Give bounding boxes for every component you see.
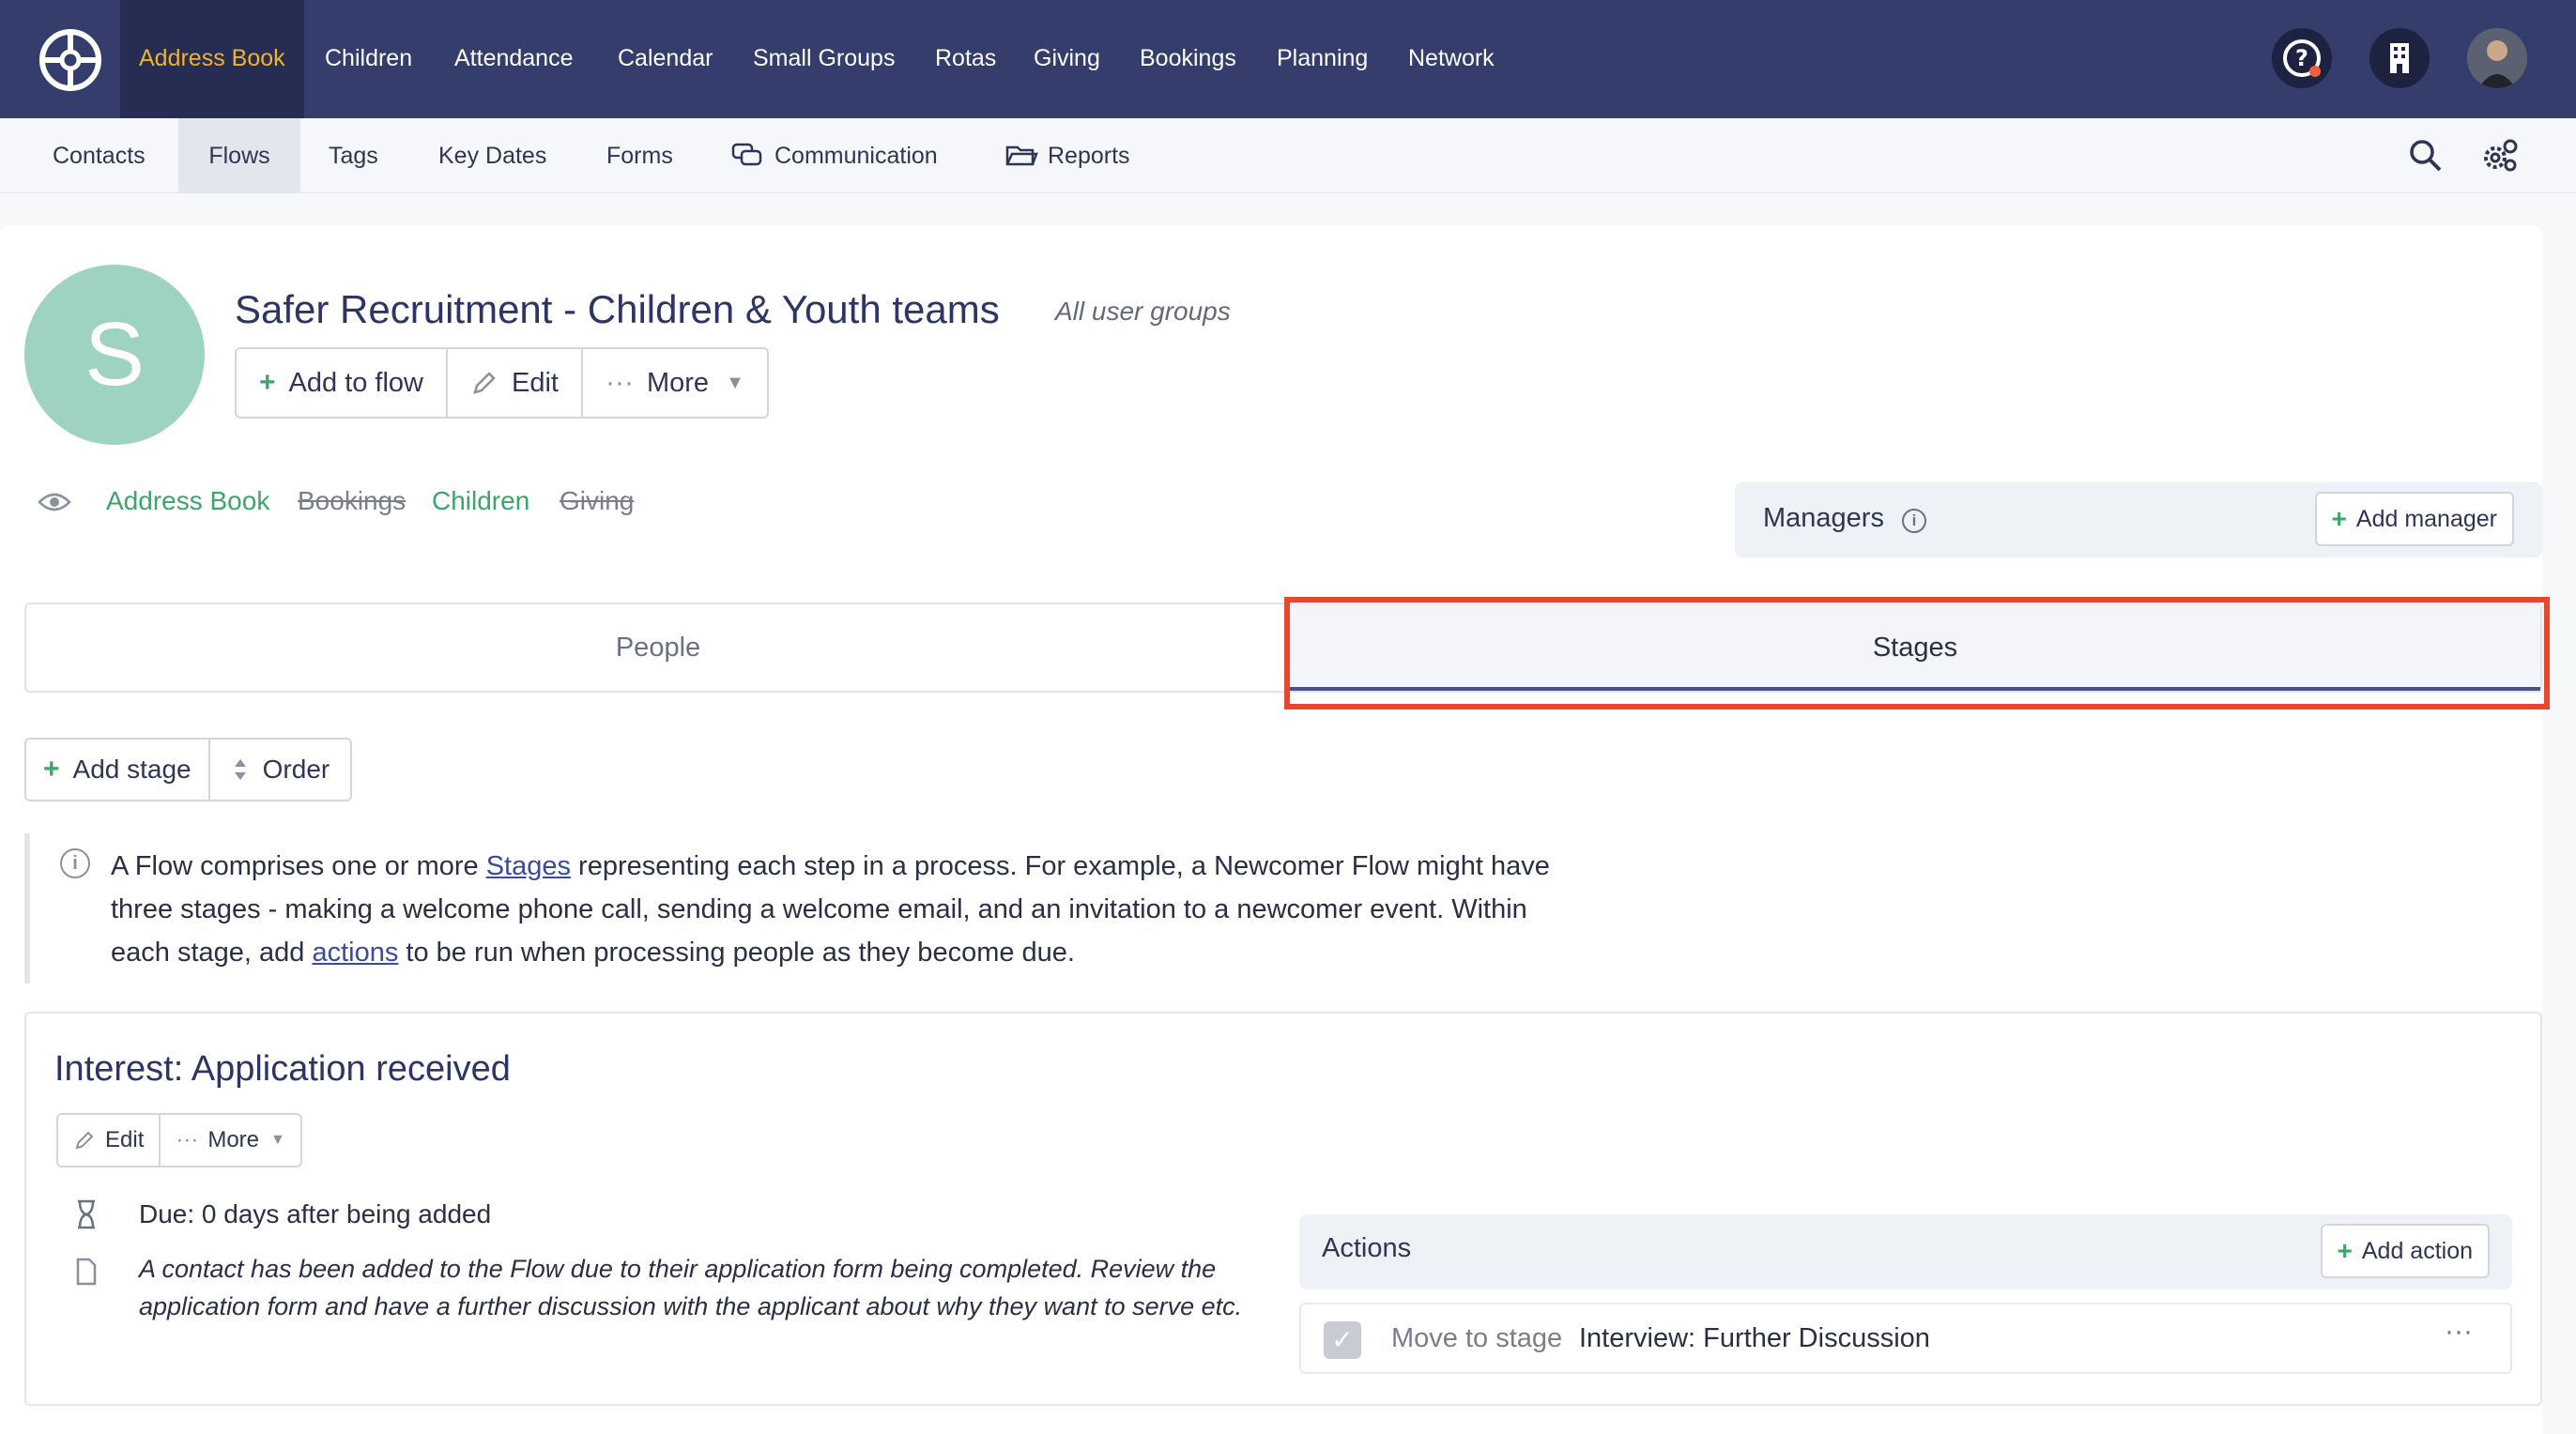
action-kind: Move to stage	[1391, 1323, 1563, 1353]
subnav-contacts[interactable]: Contacts	[53, 118, 146, 193]
ellipsis-icon: ···	[176, 1127, 199, 1152]
pencil-icon	[75, 1131, 94, 1150]
caret-down-icon: ▼	[270, 1132, 285, 1148]
eye-icon	[38, 493, 71, 511]
checkmark-icon[interactable]: ✓	[1324, 1321, 1361, 1359]
hourglass-icon	[78, 1199, 95, 1229]
subnav-tags[interactable]: Tags	[329, 118, 378, 193]
plus-icon: +	[2337, 1236, 2353, 1265]
due-row: Due: 0 days after being added	[75, 1199, 491, 1236]
top-navigation: Address Book Children Attendance Calenda…	[0, 0, 2576, 118]
add-stage-button[interactable]: + Add stage	[26, 740, 210, 800]
sub-navigation: Contacts Flows Tags Key Dates Forms Comm…	[0, 118, 2576, 193]
pencil-icon	[473, 372, 496, 394]
building-icon[interactable]	[2369, 28, 2430, 88]
more-flow-label: More	[646, 367, 710, 398]
more-flow-button[interactable]: ··· More ▼	[583, 349, 767, 417]
plus-icon: +	[43, 754, 60, 785]
more-stage-label: More	[207, 1127, 260, 1152]
caret-down-icon: ▼	[726, 372, 744, 393]
edit-flow-label: Edit	[512, 367, 559, 398]
svg-text:?: ?	[2295, 45, 2308, 71]
settings-gears-icon[interactable]	[2478, 135, 2520, 176]
flow-avatar: S	[24, 265, 205, 445]
order-button[interactable]: Order	[210, 740, 351, 800]
ellipsis-icon: ···	[606, 367, 634, 398]
add-manager-label: Add manager	[2355, 505, 2497, 532]
stages-link[interactable]: Stages	[486, 851, 571, 881]
nav-attendance[interactable]: Attendance	[454, 0, 574, 118]
nav-calendar[interactable]: Calendar	[618, 0, 713, 118]
nav-bookings[interactable]: Bookings	[1140, 0, 1236, 118]
module-address-book[interactable]: Address Book	[106, 486, 269, 516]
due-text: Due: 0 days after being added	[139, 1199, 492, 1228]
add-manager-button[interactable]: + Add manager	[2314, 492, 2514, 546]
info-icon[interactable]: i	[1902, 509, 1926, 533]
subnav-forms[interactable]: Forms	[606, 118, 673, 193]
managers-panel: Managers i + Add manager	[1735, 482, 2542, 557]
add-action-label: Add action	[2361, 1237, 2473, 1264]
add-to-flow-button[interactable]: + Add to flow	[237, 349, 449, 417]
ellipsis-icon[interactable]: ···	[2445, 1316, 2473, 1348]
sort-icon	[234, 759, 246, 780]
page-title: Safer Recruitment - Children & Youth tea…	[235, 287, 1000, 331]
help-icon[interactable]: ?	[2272, 28, 2332, 88]
nav-giving[interactable]: Giving	[1034, 0, 1100, 118]
logo-icon[interactable]	[39, 29, 101, 91]
subnav-reports[interactable]: Reports	[1048, 118, 1130, 193]
info-icon: i	[60, 848, 90, 878]
module-children[interactable]: Children	[432, 486, 529, 516]
stage-actions-group: Edit ··· More ▼	[56, 1113, 302, 1167]
search-icon[interactable]	[2407, 137, 2445, 175]
info-note: i A Flow comprises one or more Stages re…	[24, 833, 1583, 984]
tab-people[interactable]: People	[26, 604, 1290, 691]
more-stage-button[interactable]: ··· More ▼	[161, 1115, 300, 1166]
add-stage-label: Add stage	[72, 755, 192, 784]
action-target: Interview: Further Discussion	[1579, 1323, 1930, 1353]
nav-network[interactable]: Network	[1408, 0, 1495, 118]
subnav-communication[interactable]: Communication	[774, 118, 938, 193]
user-groups-label: All user groups	[1055, 297, 1231, 326]
highlight-box	[1284, 597, 2550, 709]
nav-address-book[interactable]: Address Book	[120, 0, 304, 118]
edit-flow-button[interactable]: Edit	[448, 349, 583, 417]
add-action-button[interactable]: + Add action	[2320, 1224, 2490, 1278]
add-to-flow-label: Add to flow	[288, 367, 424, 398]
stages-toolbar: + Add stage Order	[24, 738, 353, 801]
nav-rotas[interactable]: Rotas	[935, 0, 996, 118]
subnav-key-dates[interactable]: Key Dates	[438, 118, 546, 193]
plus-icon: +	[259, 367, 276, 398]
nav-small-groups[interactable]: Small Groups	[753, 0, 895, 118]
action-row[interactable]: ✓ Move to stage Interview: Further Discu…	[1299, 1303, 2512, 1374]
actions-label: Actions	[1322, 1233, 1412, 1263]
subnav-flows[interactable]: Flows	[178, 118, 300, 193]
edit-stage-button[interactable]: Edit	[58, 1115, 161, 1166]
plus-icon: +	[2331, 504, 2347, 533]
note-text-part: A Flow comprises one or more	[111, 851, 486, 881]
actions-link[interactable]: actions	[312, 938, 398, 968]
module-giving[interactable]: Giving	[560, 486, 634, 516]
stage-title: Interest: Application received	[54, 1049, 511, 1089]
nav-children[interactable]: Children	[325, 0, 412, 118]
note-text-part: to be run when processing people as they…	[398, 938, 1075, 968]
info-note-text: A Flow comprises one or more Stages repr…	[111, 845, 1585, 974]
folder-open-icon	[1005, 145, 1038, 166]
edit-stage-label: Edit	[105, 1127, 145, 1152]
flow-actions-group: + Add to flow Edit ··· More ▼	[235, 347, 769, 419]
user-avatar[interactable]	[2467, 28, 2527, 88]
stage-description: A contact has been added to the Flow due…	[139, 1255, 1243, 1320]
order-label: Order	[262, 755, 330, 784]
actions-header: Actions + Add action	[1299, 1214, 2512, 1289]
chat-bubbles-icon	[731, 143, 762, 166]
nav-planning[interactable]: Planning	[1277, 0, 1368, 118]
document-icon	[76, 1258, 97, 1286]
managers-label: Managers	[1763, 503, 1884, 533]
module-bookings[interactable]: Bookings	[298, 486, 406, 516]
